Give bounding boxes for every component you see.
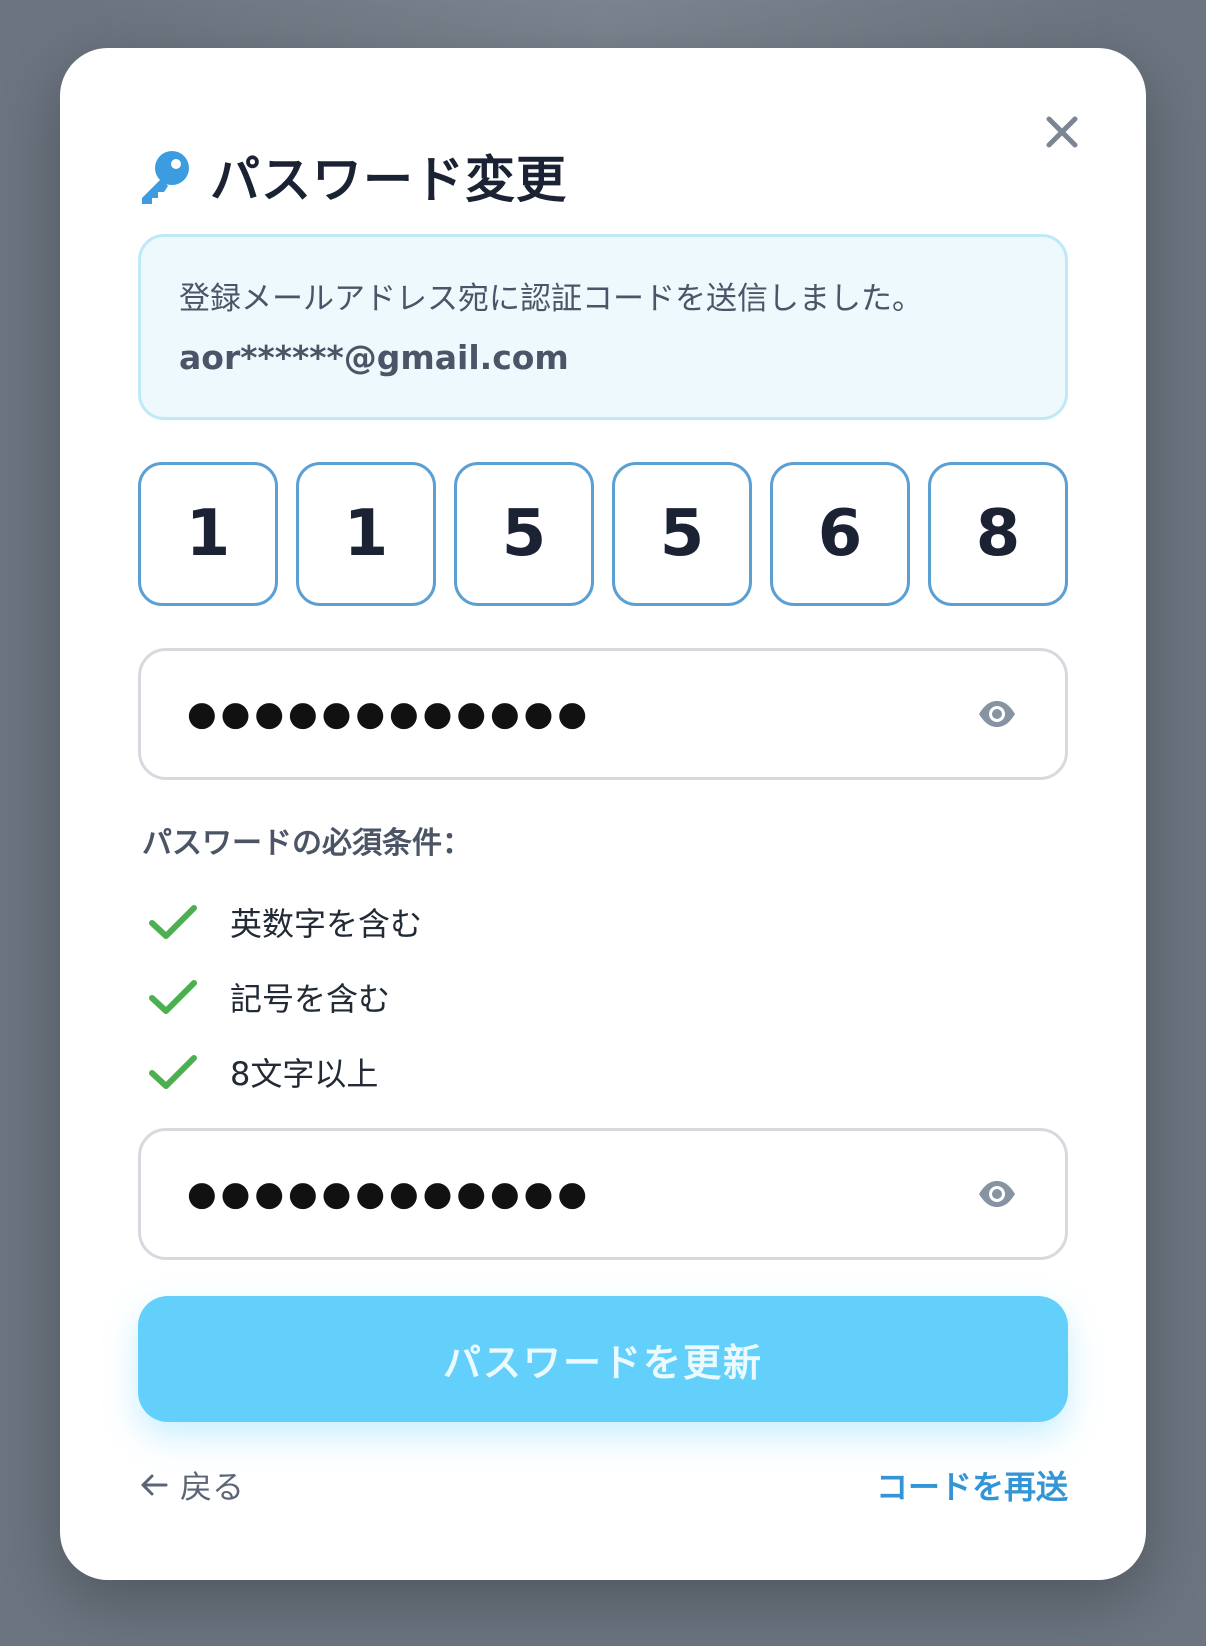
back-label: 戻る [180, 1468, 245, 1506]
requirements-label: パスワードの必須条件： [142, 826, 472, 861]
toggle-new-password-visibility[interactable] [975, 692, 1019, 736]
new-password-value: ●●●●●●●●●●●● [187, 694, 592, 734]
requirement-item: 英数字を含む [148, 884, 422, 959]
otp-digit-6[interactable]: 8 [928, 462, 1068, 606]
arrow-left-icon [141, 1474, 168, 1496]
back-link[interactable]: 戻る [140, 1462, 244, 1508]
toggle-confirm-password-visibility[interactable] [975, 1172, 1019, 1216]
otp-code-input: 1 1 5 5 6 8 [138, 462, 1068, 606]
close-icon [1046, 116, 1078, 148]
info-message: 登録メールアドレス宛に認証コードを送信しました。 [179, 281, 923, 317]
requirements-list: 英数字を含む 記号を含む 8文字以上 [148, 884, 422, 1109]
check-icon [148, 900, 200, 944]
otp-digit-2[interactable]: 1 [296, 462, 436, 606]
check-icon [148, 1050, 200, 1094]
requirement-text: 記号を含む [230, 979, 391, 1018]
eye-icon [979, 701, 1015, 727]
close-button[interactable] [1040, 110, 1084, 154]
requirement-text: 8文字以上 [230, 1054, 379, 1093]
otp-digit-5[interactable]: 6 [770, 462, 910, 606]
eye-icon [979, 1181, 1015, 1207]
otp-digit-3[interactable]: 5 [454, 462, 594, 606]
dialog-header: パスワード変更 [136, 140, 567, 212]
requirement-item: 記号を含む [148, 959, 422, 1034]
dialog-title: パスワード変更 [210, 151, 567, 209]
confirm-password-field[interactable]: ●●●●●●●●●●●● [138, 1128, 1068, 1260]
update-password-button[interactable]: パスワードを更新 [138, 1296, 1068, 1422]
requirement-item: 8文字以上 [148, 1034, 422, 1109]
otp-digit-1[interactable]: 1 [138, 462, 278, 606]
requirement-text: 英数字を含む [230, 904, 423, 943]
confirm-password-value: ●●●●●●●●●●●● [187, 1174, 592, 1214]
new-password-field[interactable]: ●●●●●●●●●●●● [138, 648, 1068, 780]
info-banner: 登録メールアドレス宛に認証コードを送信しました。 aor******@gmail… [138, 234, 1068, 420]
masked-email: aor******@gmail.com [179, 338, 569, 377]
resend-code-link[interactable]: コードを再送 [876, 1462, 1068, 1508]
check-icon [148, 975, 200, 1019]
key-icon [142, 151, 189, 204]
otp-digit-4[interactable]: 5 [612, 462, 752, 606]
